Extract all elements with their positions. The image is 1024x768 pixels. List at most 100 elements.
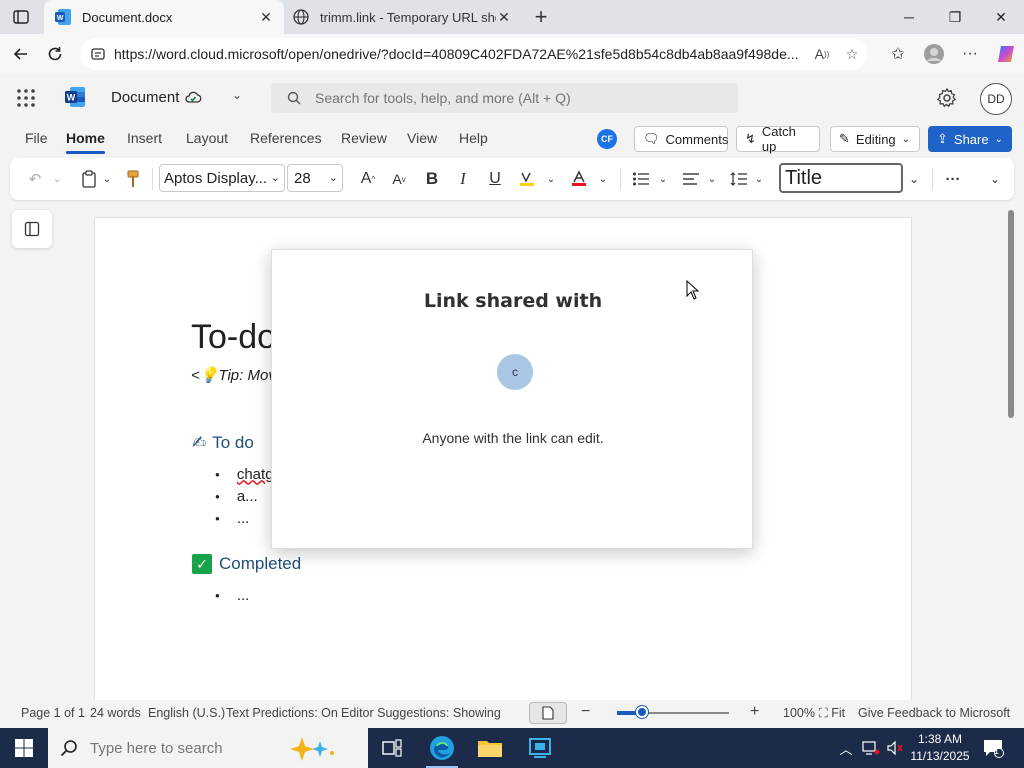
grow-font-icon[interactable]: A ^ [357, 167, 379, 191]
chevron-down-icon[interactable]: ⌄ [232, 88, 242, 102]
back-button[interactable] [4, 38, 38, 70]
close-tab-icon[interactable]: ✕ [496, 9, 512, 26]
font-name-select[interactable]: Aptos Display... ⌄ [159, 164, 285, 192]
saved-cloud-icon[interactable] [184, 90, 202, 106]
new-tab-button[interactable]: + [528, 4, 554, 30]
tab-help[interactable]: Help [459, 130, 488, 146]
align-icon[interactable] [680, 167, 702, 191]
undo-icon[interactable]: ↶ [24, 167, 46, 191]
paste-icon[interactable] [78, 167, 100, 191]
search-input[interactable] [315, 90, 715, 106]
word-logo-icon[interactable]: W [64, 86, 86, 108]
styles-select[interactable]: Title [779, 163, 903, 193]
zoom-slider-thumb[interactable] [636, 706, 648, 718]
line-spacing-icon[interactable] [728, 167, 750, 191]
favorite-star-icon[interactable]: ☆ [837, 39, 867, 69]
shrink-font-icon[interactable]: Av [388, 167, 410, 191]
task-view-button[interactable] [368, 728, 416, 768]
favorites-icon[interactable]: ✩ [880, 38, 916, 70]
search-box[interactable] [271, 83, 738, 113]
volume-muted-icon[interactable] [884, 728, 906, 768]
more-menu-icon[interactable]: ··· [952, 38, 988, 70]
list-item[interactable]: ... [215, 507, 274, 529]
tab-insert[interactable]: Insert [127, 130, 162, 146]
share-button[interactable]: ⇪ Share ⌄ [928, 126, 1012, 152]
catch-up-button[interactable]: ↯ Catch up [736, 124, 820, 154]
bullets-dropdown-icon[interactable]: ⌄ [656, 167, 670, 191]
format-painter-icon[interactable] [122, 167, 144, 191]
site-info-icon[interactable] [88, 44, 108, 64]
address-bar[interactable]: https://word.cloud.microsoft/open/onedri… [80, 38, 867, 70]
vertical-scrollbar[interactable] [1006, 202, 1016, 700]
url-text[interactable]: https://word.cloud.microsoft/open/onedri… [114, 46, 807, 62]
taskbar-search-input[interactable] [90, 739, 290, 757]
tab-references[interactable]: References [250, 130, 322, 146]
completed-heading[interactable]: ✓ Completed [192, 554, 301, 574]
todo-heading[interactable]: ✍ To do [192, 433, 254, 453]
list-item[interactable]: ... [215, 584, 250, 606]
document-name[interactable]: Document [111, 89, 179, 106]
highlight-dropdown-icon[interactable]: ⌄ [544, 167, 558, 191]
browser-tab-document[interactable]: W Document.docx ✕ [44, 0, 284, 34]
collaborator-avatar[interactable]: CF [597, 129, 617, 149]
word-count[interactable]: 24 words [90, 706, 141, 720]
language[interactable]: English (U.S.) [148, 706, 225, 720]
underline-icon[interactable]: U [484, 167, 506, 191]
bold-icon[interactable]: B [421, 167, 443, 191]
copilot-icon[interactable] [988, 38, 1024, 70]
more-options-icon[interactable]: ··· [942, 167, 964, 191]
expand-ribbon-icon[interactable]: ⌄ [986, 167, 1004, 191]
tab-actions-button[interactable] [0, 0, 42, 34]
align-dropdown-icon[interactable]: ⌄ [705, 167, 719, 191]
undo-dropdown-icon[interactable]: ⌄ [50, 167, 64, 191]
page-count[interactable]: Page 1 of 1 [21, 706, 85, 720]
network-icon[interactable] [860, 728, 882, 768]
account-avatar[interactable]: DD [980, 83, 1012, 115]
tab-layout[interactable]: Layout [186, 130, 228, 146]
highlight-icon[interactable] [516, 167, 538, 191]
file-explorer-button[interactable] [466, 728, 514, 768]
document-title[interactable]: To-do [191, 318, 276, 357]
close-tab-icon[interactable]: ✕ [258, 9, 274, 26]
fit-button[interactable]: ⛶ Fit [819, 706, 845, 721]
list-item[interactable]: a... [215, 485, 274, 507]
tab-view[interactable]: View [407, 130, 437, 146]
zoom-out-icon[interactable]: − [581, 703, 590, 721]
read-aloud-icon[interactable]: A)) [807, 39, 837, 69]
editing-mode-button[interactable]: ✎ Editing ⌄ [830, 126, 920, 152]
remote-app-button[interactable] [516, 728, 564, 768]
paste-dropdown-icon[interactable]: ⌄ [100, 167, 114, 191]
comments-button[interactable]: 🗨 Comments [634, 126, 728, 152]
system-clock[interactable]: 1:38 AM 11/13/2025 [906, 731, 974, 765]
settings-gear-icon[interactable] [936, 87, 958, 109]
editor-suggestions[interactable]: Editor Suggestions: Showing [341, 706, 501, 720]
close-window-button[interactable]: ✕ [978, 0, 1024, 34]
navigation-pane-button[interactable] [12, 210, 52, 248]
restore-button[interactable]: ❐ [932, 0, 978, 34]
feedback-link[interactable]: Give Feedback to Microsoft [858, 706, 1010, 720]
text-predictions[interactable]: Text Predictions: On [226, 706, 338, 720]
line-spacing-dropdown-icon[interactable]: ⌄ [752, 167, 766, 191]
tab-home[interactable]: Home [66, 130, 105, 154]
print-layout-button[interactable] [529, 702, 567, 724]
scrollbar-thumb[interactable] [1008, 210, 1014, 418]
font-color-dropdown-icon[interactable]: ⌄ [596, 167, 610, 191]
taskbar-search[interactable] [48, 728, 368, 768]
font-size-select[interactable]: 28 ⌄ [287, 164, 343, 192]
list-item[interactable]: chatg [215, 463, 274, 485]
refresh-button[interactable] [38, 38, 72, 70]
minimize-button[interactable]: ─ [886, 0, 932, 34]
zoom-in-icon[interactable]: + [750, 703, 759, 721]
notification-center-icon[interactable]: 1 [980, 728, 1006, 768]
tab-file[interactable]: File [25, 130, 48, 146]
app-launcher-icon[interactable] [16, 88, 36, 108]
bullets-icon[interactable] [630, 167, 652, 191]
font-color-icon[interactable] [568, 167, 590, 191]
styles-dropdown-icon[interactable]: ⌄ [906, 167, 922, 191]
document-tip[interactable]: <💡Tip: Mov [191, 366, 276, 384]
show-hidden-icons[interactable]: ︿ [836, 728, 856, 768]
browser-tab-trimm[interactable]: trimm.link - Temporary URL short ✕ [282, 0, 522, 34]
start-button[interactable] [0, 728, 48, 768]
recipient-avatar[interactable]: c [497, 354, 533, 390]
tab-review[interactable]: Review [341, 130, 387, 146]
